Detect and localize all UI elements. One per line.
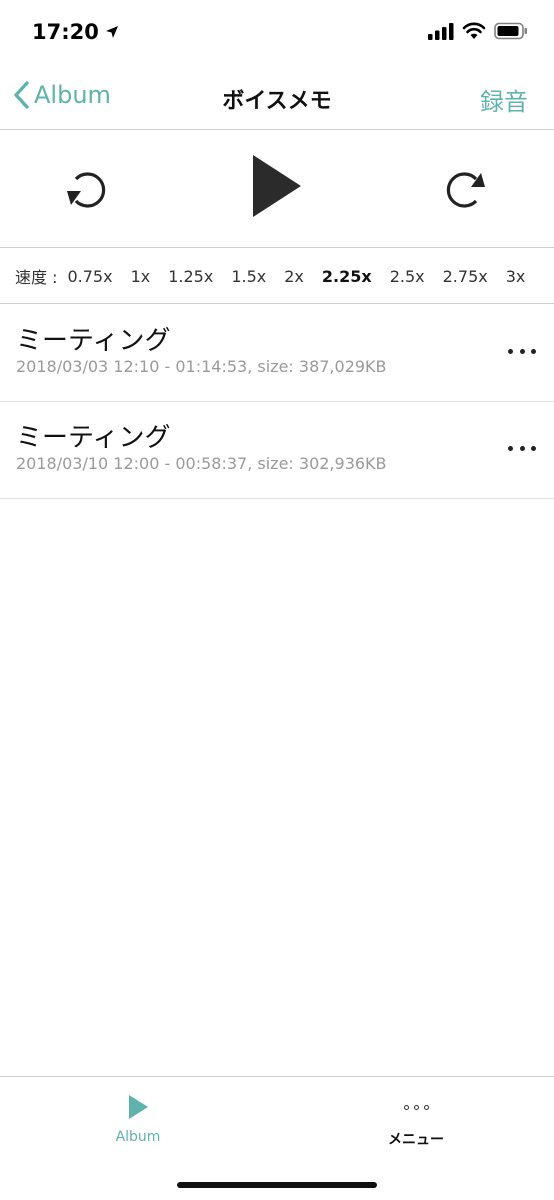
player-controls [0, 131, 554, 248]
back-label: Album [34, 81, 111, 109]
tab-album[interactable]: Album [68, 1093, 208, 1145]
speed-option-1x[interactable]: 1x [131, 267, 151, 286]
speed-label: 速度 : [15, 268, 58, 287]
tab-album-label: Album [115, 1129, 161, 1145]
speed-option-1.5x[interactable]: 1.5x [231, 267, 266, 286]
speed-option-2x[interactable]: 2x [284, 267, 304, 286]
location-arrow-icon [105, 26, 118, 38]
more-button[interactable] [508, 341, 536, 361]
record-button[interactable]: 録音 [480, 82, 528, 117]
status-indicators [428, 22, 528, 40]
speed-option-2.5x[interactable]: 2.5x [390, 267, 425, 286]
recording-list: ミーティング 2018/03/03 12:10 - 01:14:53, size… [0, 305, 554, 499]
speed-option-2.25x[interactable]: 2.25x [322, 267, 372, 286]
chevron-left-icon [14, 81, 29, 109]
recording-meta: 2018/03/10 12:00 - 00:58:37, size: 302,9… [16, 454, 387, 473]
rotate-cw-icon [446, 172, 485, 208]
tab-menu[interactable]: メニュー [346, 1093, 486, 1149]
play-icon [253, 155, 301, 217]
more-horizontal-icon [508, 348, 513, 354]
speed-option-2.75x[interactable]: 2.75x [443, 267, 488, 286]
list-item[interactable]: ミーティング 2018/03/03 12:10 - 01:14:53, size… [0, 305, 554, 402]
recording-meta: 2018/03/03 12:10 - 01:14:53, size: 387,0… [16, 357, 387, 376]
more-horizontal-icon [403, 1104, 429, 1110]
speed-selector: 速度 : 0.75x 1x 1.25x 1.5x 2x 2.25x 2.5x 2… [0, 249, 554, 304]
signal-icon [428, 23, 454, 40]
speed-option-3x[interactable]: 3x [506, 267, 526, 286]
forward-button[interactable] [438, 165, 490, 217]
nav-bar: Album ボイスメモ 録音 [0, 66, 554, 130]
recording-title: ミーティング [16, 423, 171, 453]
speed-option-0.75x[interactable]: 0.75x [67, 267, 112, 286]
rewind-button[interactable] [62, 165, 114, 217]
rotate-ccw-icon [67, 172, 106, 208]
tab-menu-label: メニュー [388, 1132, 444, 1148]
status-time: 17:20 [32, 20, 119, 44]
status-bar: 17:20 [0, 0, 554, 66]
list-item[interactable]: ミーティング 2018/03/10 12:00 - 00:58:37, size… [0, 402, 554, 499]
home-indicator[interactable] [177, 1182, 377, 1188]
battery-icon [494, 22, 527, 40]
recording-title: ミーティング [16, 326, 171, 356]
speed-option-1.25x[interactable]: 1.25x [168, 267, 213, 286]
wifi-icon [462, 22, 486, 39]
play-icon [129, 1095, 148, 1119]
more-button[interactable] [508, 438, 536, 458]
more-horizontal-icon [508, 445, 513, 451]
play-button[interactable] [248, 153, 304, 223]
back-button[interactable]: Album [12, 80, 111, 110]
